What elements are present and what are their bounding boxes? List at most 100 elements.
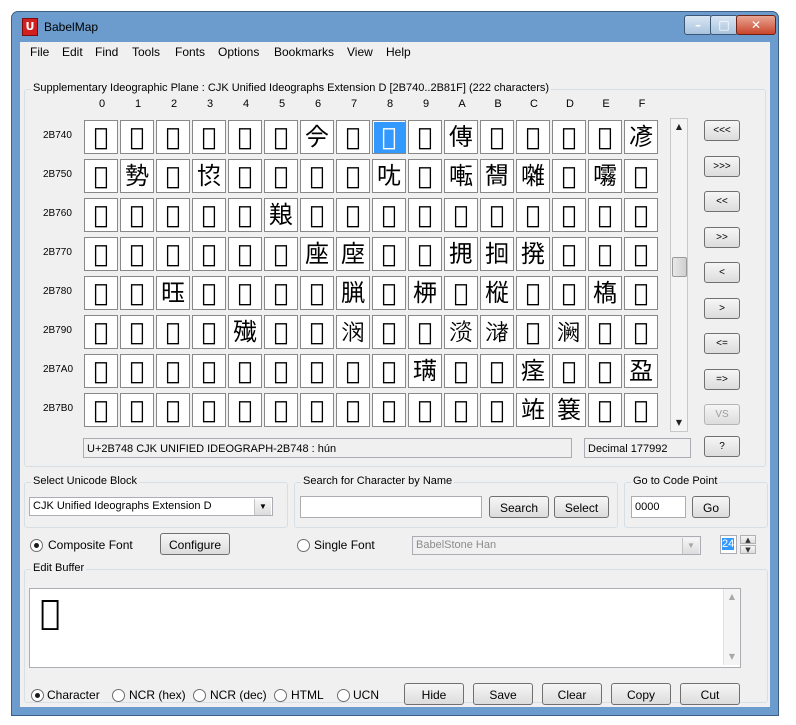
character-cell[interactable]: 𫝨 [372,198,406,232]
scroll-up-icon[interactable]: ▲ [724,589,740,605]
character-cell[interactable]: 𫝥 [264,198,298,232]
format-ncr-hex-radio[interactable] [112,689,125,702]
character-cell[interactable]: 𫞯 [624,354,658,388]
character-cell[interactable]: 𫝡 [120,198,154,232]
character-cell[interactable]: 𫞗 [336,315,370,349]
character-cell[interactable]: 𫞔 [228,315,262,349]
character-cell[interactable]: 𫝏 [624,120,658,154]
character-cell[interactable]: 𫝐 [84,159,118,193]
character-cell[interactable]: 𫝴 [228,237,262,271]
character-cell[interactable]: 𫝛 [480,159,514,193]
character-cell[interactable]: 𫞇 [336,276,370,310]
page-back-far-button[interactable]: <<< [704,120,740,141]
chevron-down-icon[interactable]: ▼ [254,499,271,515]
character-cell[interactable]: 𫞪 [444,354,478,388]
cut-button[interactable]: Cut [680,683,740,705]
character-cell[interactable]: 𫝶 [300,237,334,271]
character-cell[interactable]: 𫞫 [480,354,514,388]
character-cell[interactable]: 𫝵 [264,237,298,271]
character-cell[interactable]: 𫝄 [228,120,262,154]
menu-bookmarks[interactable]: Bookmarks [274,45,334,59]
maximize-button[interactable]: □ [710,15,738,35]
character-cell[interactable]: 𫝞 [588,159,622,193]
character-cell[interactable]: 𫝣 [192,198,226,232]
character-cell[interactable]: 𫝓 [192,159,226,193]
font-size-input[interactable]: 24 [720,535,737,554]
character-cell[interactable]: 𫝯 [624,198,658,232]
character-cell[interactable]: 𫝭 [552,198,586,232]
character-cell[interactable]: 𫝼 [516,237,550,271]
character-cell[interactable]: 𫝪 [444,198,478,232]
character-cell[interactable]: 𫞐 [84,315,118,349]
character-cell[interactable]: 𫝧 [336,198,370,232]
character-cell[interactable]: 𫝢 [156,198,190,232]
spin-up-icon[interactable]: ▲ [740,535,756,544]
character-cell[interactable]: 𫞭 [552,354,586,388]
character-cell[interactable]: 𫞊 [444,276,478,310]
character-cell[interactable]: 𫝜 [516,159,550,193]
next-char-button[interactable]: => [704,369,740,390]
single-font-select[interactable]: BabelStone Han ▼ [412,536,701,555]
menu-help[interactable]: Help [386,45,411,59]
character-cell[interactable]: 𫞍 [552,276,586,310]
character-cell[interactable]: 𫞻 [480,393,514,427]
prev-char-button[interactable]: <= [704,333,740,354]
character-cell[interactable]: 𫞷 [336,393,370,427]
character-cell[interactable]: 𫞘 [372,315,406,349]
help-button[interactable]: ? [704,436,740,457]
character-cell[interactable]: 𫞄 [228,276,262,310]
character-cell[interactable]: 𫝺 [444,237,478,271]
character-cell[interactable]: 𫝸 [372,237,406,271]
menu-view[interactable]: View [347,45,373,59]
character-cell[interactable]: 𫞟 [624,315,658,349]
character-cell[interactable]: 𫞞 [588,315,622,349]
font-size-spinner[interactable]: ▲ ▼ [740,535,756,554]
app-icon[interactable]: U [22,18,38,36]
character-cell[interactable]: 𫝂 [156,120,190,154]
character-cell[interactable]: 𫞲 [156,393,190,427]
close-button[interactable]: ✕ [736,15,776,35]
character-cell[interactable]: 𫞩 [408,354,442,388]
character-cell[interactable]: 𫝾 [588,237,622,271]
character-cell[interactable]: 𫝟 [624,159,658,193]
character-cell[interactable]: 𫞝 [552,315,586,349]
select-button[interactable]: Select [554,496,609,518]
character-cell[interactable]: 𫞿 [624,393,658,427]
character-cell[interactable]: 𫝰 [84,237,118,271]
character-cell[interactable]: 𫞶 [300,393,334,427]
character-cell[interactable]: 𫝈 [372,120,406,154]
character-cell[interactable]: 𫞂 [156,276,190,310]
character-cell[interactable]: 𫞬 [516,354,550,388]
character-cell[interactable]: 𫞣 [192,354,226,388]
character-cell[interactable]: 𫞱 [120,393,154,427]
row-back-button[interactable]: < [704,262,740,283]
character-cell[interactable]: 𫞖 [300,315,334,349]
character-cell[interactable]: 𫝒 [156,159,190,193]
title-bar[interactable]: U BabelMap – □ ✕ [12,12,778,42]
menu-options[interactable]: Options [218,45,259,59]
character-cell[interactable]: 𫝠 [84,198,118,232]
character-cell[interactable]: 𫝦 [300,198,334,232]
page-back-button[interactable]: << [704,191,740,212]
character-cell[interactable]: 𫞁 [120,276,154,310]
character-cell[interactable]: 𫝊 [444,120,478,154]
character-cell[interactable]: 𫞓 [192,315,226,349]
composite-font-radio[interactable] [30,539,43,552]
character-cell[interactable]: 𫝗 [336,159,370,193]
character-cell[interactable]: 𫞨 [372,354,406,388]
unicode-block-select[interactable]: CJK Unified Ideographs Extension D ▼ [29,497,273,516]
character-cell[interactable]: 𫞅 [264,276,298,310]
scroll-up-icon[interactable]: ▲ [671,119,687,135]
character-cell[interactable]: 𫝻 [480,237,514,271]
character-cell[interactable]: 𫝷 [336,237,370,271]
scroll-thumb[interactable] [672,257,687,277]
character-cell[interactable]: 𫞀 [84,276,118,310]
character-cell[interactable]: 𫞎 [588,276,622,310]
character-cell[interactable]: 𫞃 [192,276,226,310]
character-cell[interactable]: 𫝱 [120,237,154,271]
character-cell[interactable]: 𫝇 [336,120,370,154]
character-cell[interactable]: 𫝔 [228,159,262,193]
character-cell[interactable]: 𫞡 [120,354,154,388]
character-cell[interactable]: 𫞑 [120,315,154,349]
configure-button[interactable]: Configure [160,533,230,555]
